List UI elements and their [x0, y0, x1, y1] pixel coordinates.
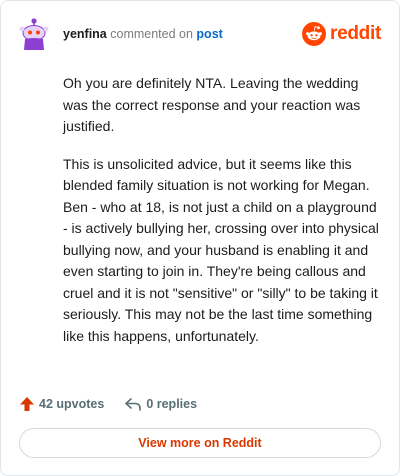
upvote-arrow-icon [20, 397, 34, 411]
comment-paragraph-2: This is unsolicited advice, but it seems… [63, 155, 379, 344]
view-more-label: View more on Reddit [138, 436, 262, 450]
upvote-count: 42 upvotes [39, 397, 105, 411]
reply-arrow-icon [125, 398, 142, 411]
comment-embed-card: yenfina commented on post reddit Oh you … [0, 0, 400, 476]
reply-button[interactable]: 0 replies [124, 396, 197, 412]
comment-paragraph-1: Oh you are definitely NTA. Leaving the w… [63, 75, 361, 134]
comment-body: Oh you are definitely NTA. Leaving the w… [63, 73, 381, 363]
reddit-wordmark: reddit [330, 23, 381, 44]
user-avatar[interactable] [17, 17, 51, 51]
reddit-snoo-icon [302, 22, 327, 46]
view-more-button[interactable]: View more on Reddit [19, 428, 381, 458]
reddit-logo[interactable]: reddit [302, 19, 381, 49]
comment-meta: yenfina commented on post [63, 27, 223, 41]
post-link[interactable]: post [196, 27, 222, 41]
comment-header: yenfina commented on post reddit [17, 15, 385, 53]
action-text: commented on [110, 27, 193, 41]
reply-count: 0 replies [146, 397, 198, 411]
snoo-avatar-icon [19, 18, 49, 50]
username-link[interactable]: yenfina [63, 27, 107, 41]
comment-actions: 42 upvotes 0 replies [19, 394, 197, 414]
upvote-button[interactable]: 42 upvotes [19, 396, 104, 412]
